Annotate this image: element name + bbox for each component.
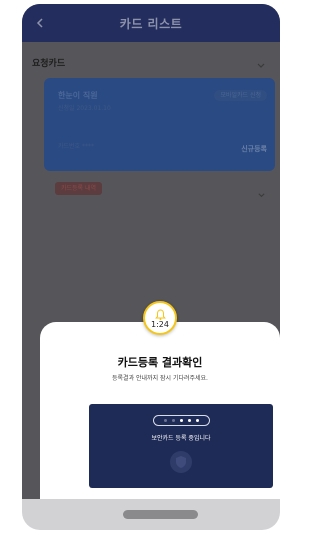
card-type-badge: 모바일카드 신청 xyxy=(214,90,267,101)
progress-dot xyxy=(164,419,167,422)
progress-dot xyxy=(196,419,199,422)
history-chip[interactable]: 카드등록 내역 xyxy=(55,182,103,195)
progress-dot xyxy=(172,419,175,422)
screen: 카드 리스트 요청카드 한눈이 직원 신청일 2023.01.10 모바일카드 … xyxy=(22,4,280,499)
result-bottom-sheet: 카드등록 결과확인 등록결과 안내까지 잠시 기다려주세요. 보안카드 등록 중… xyxy=(40,322,280,499)
progress-dots xyxy=(153,415,210,426)
status-text: 보안카드 등록 중입니다 xyxy=(151,435,211,442)
chevron-down-icon[interactable] xyxy=(257,185,266,198)
home-indicator[interactable] xyxy=(123,510,198,519)
progress-dot xyxy=(180,419,183,422)
register-button[interactable]: 신규등록 xyxy=(241,144,267,154)
card-subtitle: 신청일 2023.01.10 xyxy=(58,105,111,112)
sheet-description: 등록결과 안내까지 잠시 기다려주세요. xyxy=(112,375,208,382)
chevron-down-icon[interactable] xyxy=(256,56,266,68)
status-panel: 보안카드 등록 중입니다 xyxy=(89,404,273,488)
progress-dot xyxy=(188,419,191,422)
page-title: 카드 리스트 xyxy=(119,16,183,31)
sheet-title: 카드등록 결과확인 xyxy=(117,356,203,369)
timer-badge: 1:24 xyxy=(143,301,177,335)
shield-icon xyxy=(169,450,193,474)
card-meta: 카드번호 **** xyxy=(58,143,94,150)
card-holder-name: 한눈이 직원 xyxy=(58,91,98,100)
bell-icon xyxy=(155,306,166,321)
countdown-timer: 1:24 xyxy=(151,320,169,329)
request-card[interactable]: 한눈이 직원 신청일 2023.01.10 모바일카드 신청 카드번호 ****… xyxy=(44,78,275,171)
app-header: 카드 리스트 xyxy=(22,4,280,42)
phone-frame: 카드 리스트 요청카드 한눈이 직원 신청일 2023.01.10 모바일카드 … xyxy=(22,4,280,530)
section-title: 요청카드 xyxy=(32,59,66,69)
back-arrow-icon[interactable] xyxy=(30,13,50,33)
